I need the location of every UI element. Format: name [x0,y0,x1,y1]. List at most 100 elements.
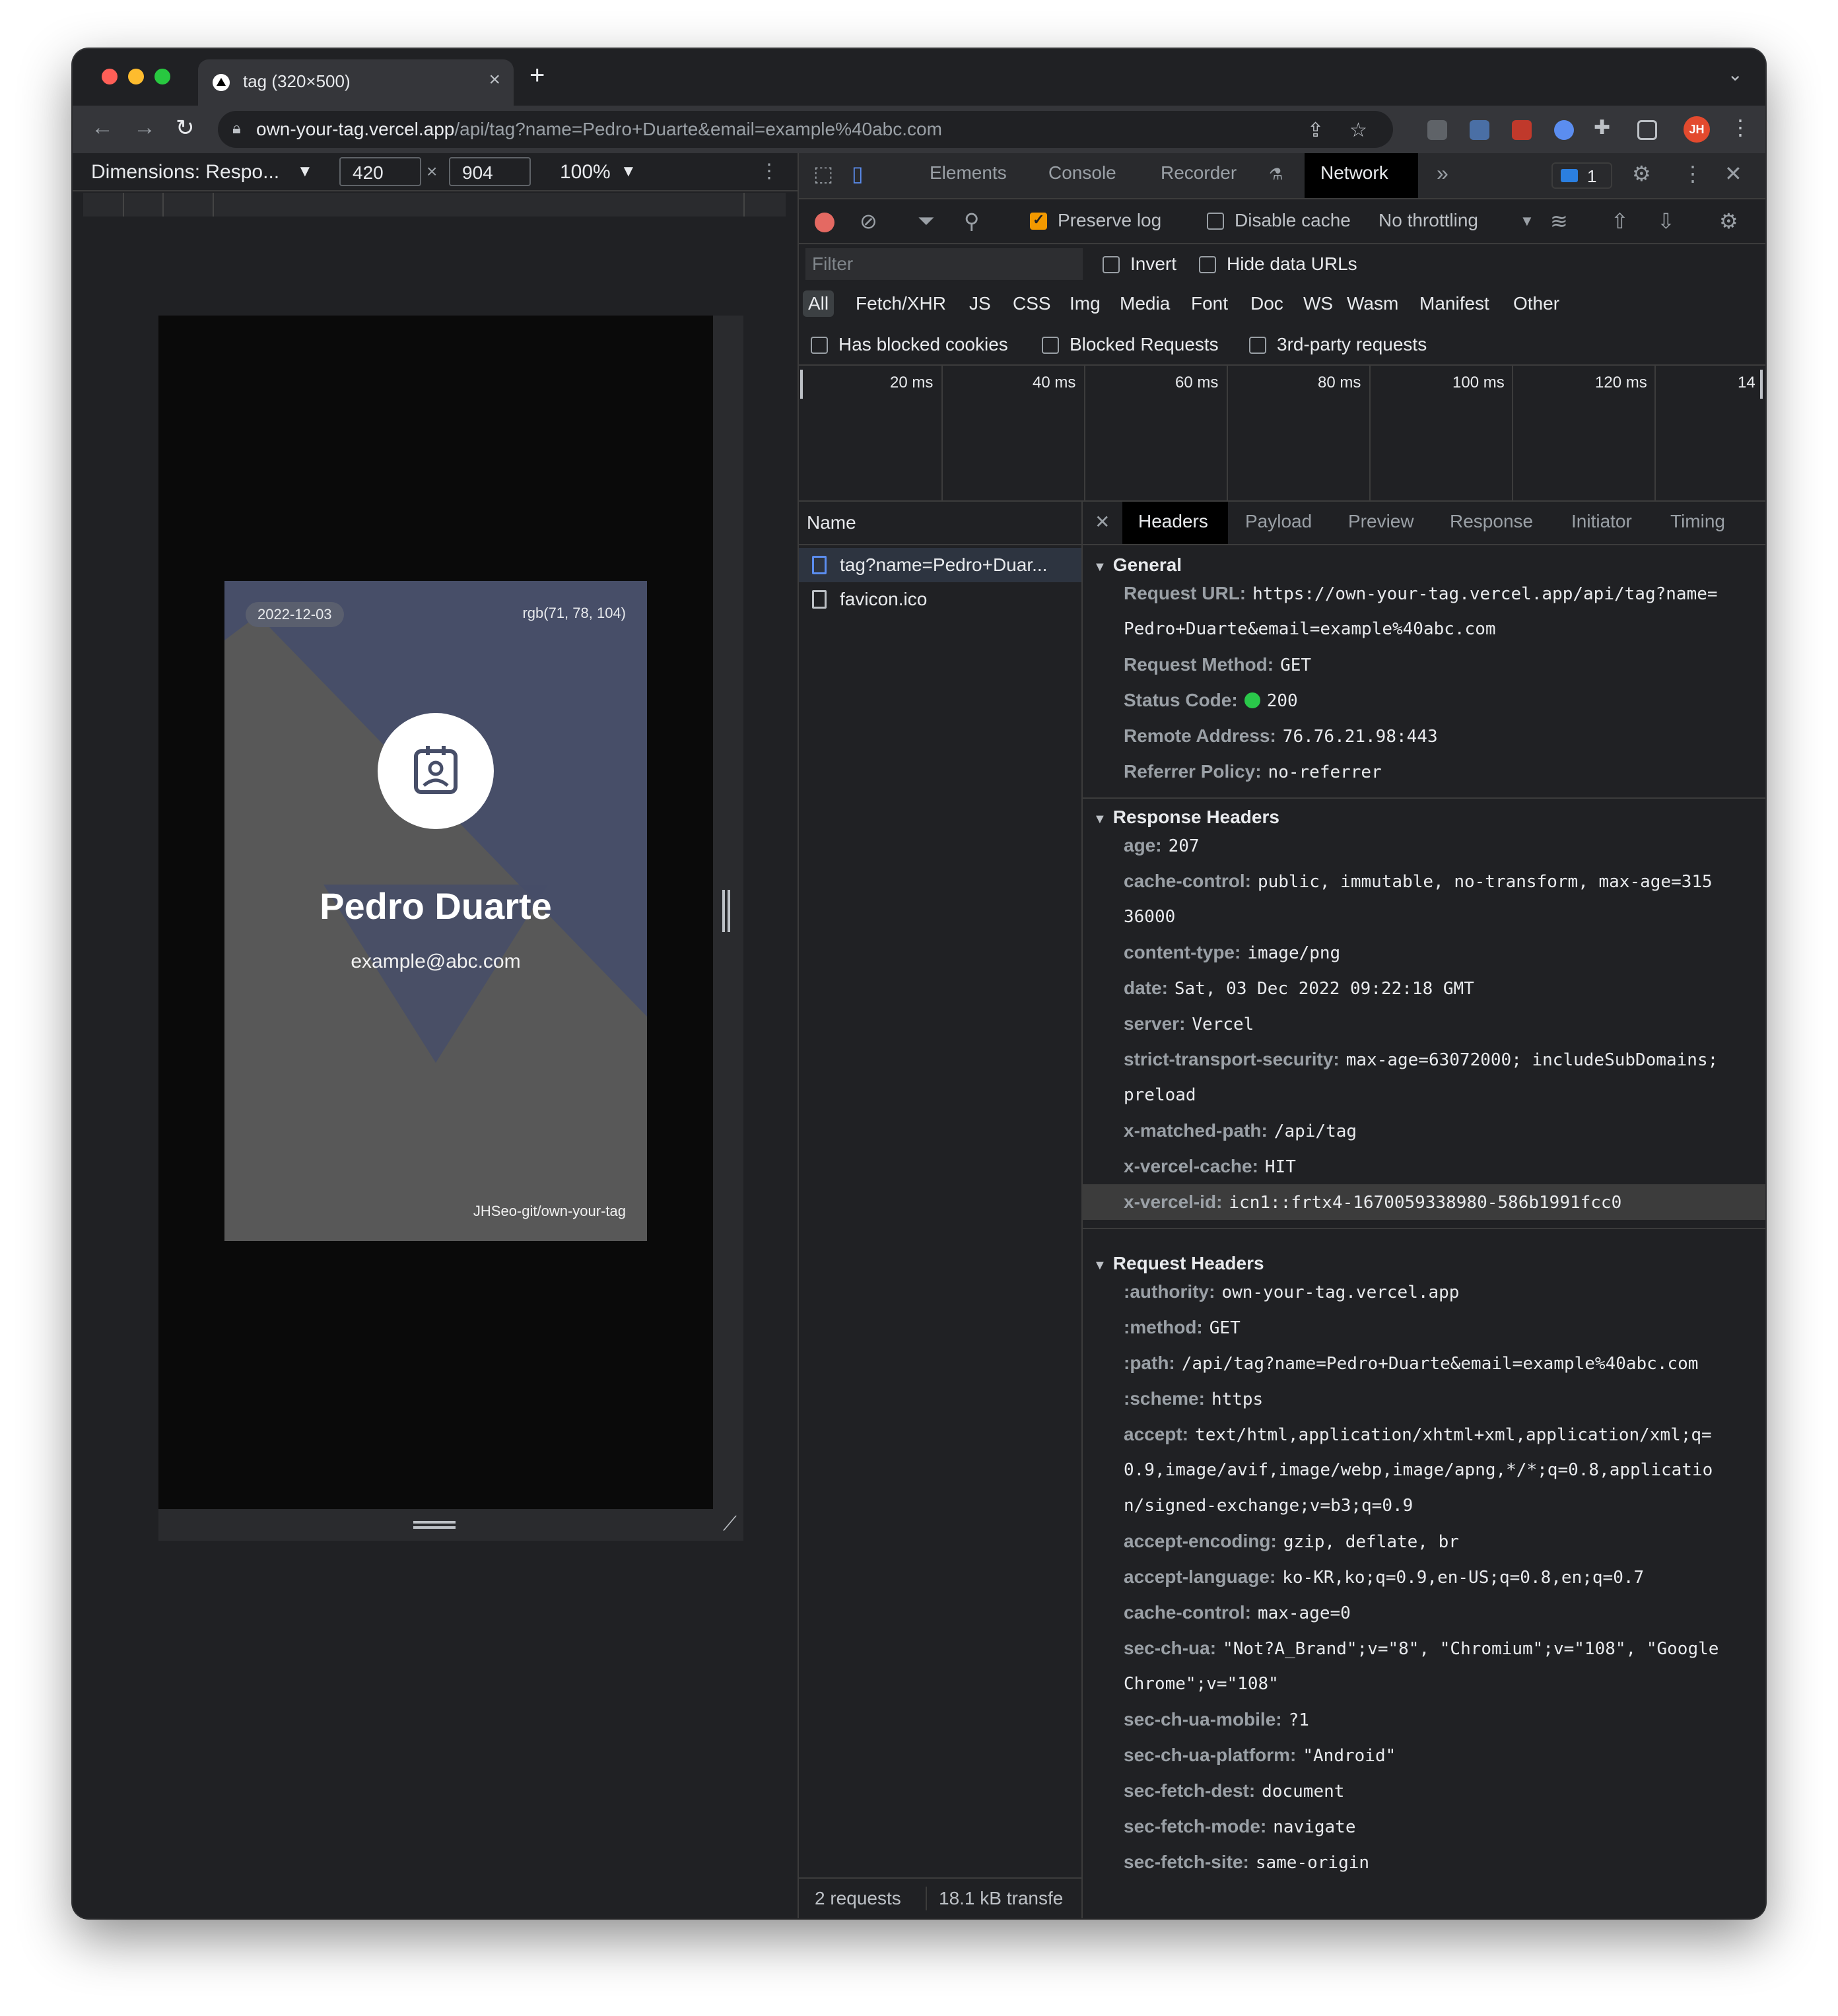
type-manifest[interactable]: Manifest [1414,290,1495,317]
tab-elements[interactable]: Elements [930,162,1007,184]
media-query-ruler[interactable] [83,193,786,217]
extension-pdf-icon[interactable] [1512,120,1532,140]
header-row: cache-control: public, immutable, no-tran… [1124,871,1713,892]
resize-corner-icon[interactable]: ⟋ [723,1513,737,1535]
third-party-label: 3rd-party requests [1277,334,1427,354]
browser-tab[interactable]: tag (320×500) × [198,59,514,106]
general-section-toggle[interactable]: ▼ General [1093,554,1182,576]
issues-counter[interactable]: 1 [1551,162,1612,189]
network-settings-icon[interactable]: ⚙ [1719,209,1738,234]
third-party-checkbox[interactable] [1249,337,1266,354]
has-blocked-cookies-checkbox[interactable] [811,337,828,354]
type-img[interactable]: Img [1064,290,1106,317]
extension-search-icon[interactable] [1554,120,1574,140]
header-row-continued: Chrome";v="108" [1124,1674,1279,1694]
tab-timing[interactable]: Timing [1670,511,1725,532]
address-bar[interactable]: 🔒︎ own-your-tag.vercel.app/api/tag?name=… [218,111,1393,148]
type-all[interactable]: All [803,290,834,317]
invert-checkbox[interactable] [1103,256,1120,273]
tab-headers[interactable]: Headers [1138,511,1208,532]
device-toggle-icon[interactable]: ▯ [852,161,864,186]
disable-cache-checkbox[interactable] [1207,213,1224,230]
close-devtools-icon[interactable]: ✕ [1724,161,1742,186]
type-other[interactable]: Other [1508,290,1565,317]
tab-network[interactable]: Network [1320,162,1388,184]
search-icon[interactable]: ⚲ [964,209,979,234]
header-row: sec-fetch-mode: navigate [1124,1816,1356,1837]
filter-input[interactable]: Filter [805,248,1083,280]
zoom-select[interactable]: 100% [560,161,611,184]
back-icon[interactable]: ← [91,115,114,141]
remote-address-row: Remote Address: 76.76.21.98:443 [1124,725,1438,747]
filter-icon[interactable]: ⏷ [918,209,935,234]
type-doc[interactable]: Doc [1245,290,1289,317]
name-column-header[interactable]: Name [807,512,856,533]
throttling-select[interactable]: No throttling [1378,210,1478,231]
new-tab-button[interactable]: + [529,61,545,90]
tab-search-icon[interactable]: ⌄ [1728,63,1743,85]
network-timeline-overview[interactable]: 20 ms 40 ms 60 ms 80 ms 100 ms 120 ms 14 [799,366,1765,502]
tab-close-icon[interactable]: × [489,69,500,91]
header-row-selected[interactable]: x-vercel-id: icn1::frtx4-1670059338980-58… [1124,1184,1764,1221]
network-conditions-icon[interactable]: ≋ [1550,209,1568,234]
clear-icon[interactable]: ⊘ [860,209,877,234]
record-icon[interactable] [815,213,834,232]
tab-payload[interactable]: Payload [1245,511,1312,532]
lock-icon[interactable]: 🔒︎ [232,119,241,138]
zoom-dropdown-icon[interactable]: ▼ [621,162,636,181]
timeline-left-handle[interactable] [800,370,803,399]
tab-recorder[interactable]: Recorder [1161,162,1237,184]
blocked-requests-checkbox[interactable] [1042,337,1059,354]
device-more-icon[interactable]: ⋮ [759,160,779,183]
vercel-favicon-icon [213,74,230,91]
extensions-puzzle-icon[interactable]: ✚ [1594,116,1610,139]
profile-avatar[interactable]: JH [1684,116,1710,143]
minimize-window-button[interactable] [128,69,144,84]
request-headers-toggle[interactable]: ▼ Request Headers [1093,1253,1264,1274]
type-font[interactable]: Font [1186,290,1233,317]
forward-icon[interactable]: → [133,115,156,141]
timeline-right-handle[interactable] [1760,370,1763,399]
close-window-button[interactable] [102,69,118,84]
export-har-icon[interactable]: ⇩ [1657,209,1675,234]
height-input[interactable]: 904 [449,157,531,186]
throttling-dropdown-icon[interactable]: ▼ [1520,213,1534,230]
type-ws[interactable]: WS [1298,290,1338,317]
tab-console[interactable]: Console [1048,162,1116,184]
type-wasm[interactable]: Wasm [1342,290,1404,317]
width-input[interactable]: 420 [339,157,421,186]
response-headers-toggle[interactable]: ▼ Response Headers [1093,807,1279,828]
device-emulation-pane: Dimensions: Respo... ▼ 420 × 904 100% ▼ … [73,153,798,1918]
close-details-icon[interactable]: ✕ [1095,511,1110,533]
date-badge: 2022-12-03 [246,602,344,627]
tab-response[interactable]: Response [1450,511,1533,532]
inspect-element-icon[interactable]: ⬚ [813,161,833,186]
preserve-log-checkbox[interactable] [1030,211,1047,230]
status-code-row: Status Code: 200 [1124,690,1298,711]
type-js[interactable]: JS [964,290,996,317]
resize-handle-bottom[interactable]: ⟋ [158,1509,743,1541]
reload-icon[interactable]: ↻ [176,115,195,141]
bookmark-star-icon[interactable]: ☆ [1349,119,1367,142]
devtools-menu-icon[interactable]: ⋮ [1682,161,1703,186]
more-tabs-icon[interactable]: » [1437,161,1448,185]
maximize-window-button[interactable] [154,69,170,84]
request-row[interactable]: favicon.ico [799,582,1081,617]
type-media[interactable]: Media [1114,290,1175,317]
type-fetch-xhr[interactable]: Fetch/XHR [850,290,951,317]
request-row[interactable]: tag?name=Pedro+Duar... [799,548,1081,582]
browser-menu-icon[interactable]: ⋮ [1730,115,1751,140]
share-icon[interactable]: ⇪ [1307,119,1324,142]
side-panel-icon[interactable] [1637,120,1657,140]
hide-data-urls-checkbox[interactable] [1199,256,1216,273]
dimensions-dropdown-icon[interactable]: ▼ [297,162,313,181]
tab-preview[interactable]: Preview [1348,511,1414,532]
import-har-icon[interactable]: ⇧ [1611,209,1629,234]
settings-gear-icon[interactable]: ⚙ [1632,161,1651,186]
extension-react-icon[interactable] [1470,120,1489,140]
tab-initiator[interactable]: Initiator [1571,511,1632,532]
resize-handle-right[interactable] [713,316,743,1509]
dimensions-select[interactable]: Dimensions: Respo... [91,161,279,184]
type-css[interactable]: CSS [1007,290,1056,317]
extension-icon[interactable] [1427,120,1447,140]
